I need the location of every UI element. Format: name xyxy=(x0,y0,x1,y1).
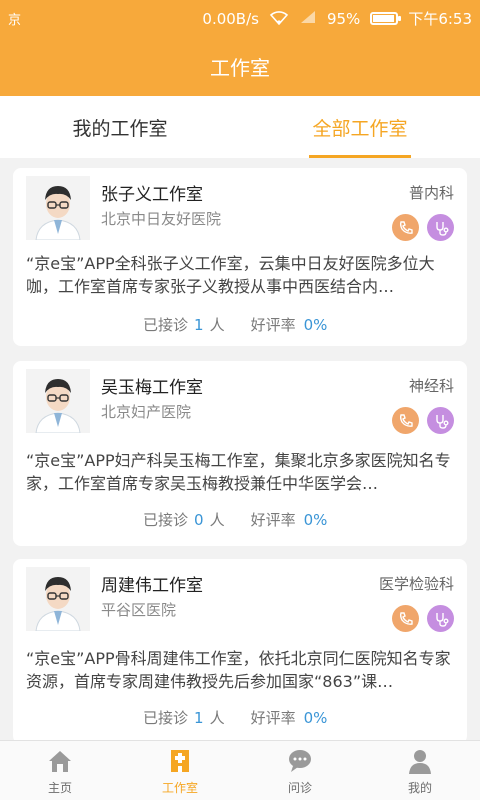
wifi-icon xyxy=(269,9,289,29)
studio-name: 周建伟工作室 xyxy=(101,576,203,596)
phone-icon xyxy=(399,220,413,234)
nav-studio[interactable]: 工作室 xyxy=(120,741,240,800)
consult-count: 1 xyxy=(194,709,204,727)
phone-consult-button[interactable] xyxy=(392,605,419,632)
rating-value: 0% xyxy=(303,511,328,529)
consult-stat: 已接诊 1 人 xyxy=(143,314,225,335)
contact-buttons xyxy=(392,407,454,434)
studio-description: “京e宝”APP妇产科吴玉梅工作室，集聚北京多家医院知名专家，工作室首席专家吴玉… xyxy=(26,451,451,493)
stethoscope-consult-button[interactable] xyxy=(427,605,454,632)
department-label: 医学检验科 xyxy=(378,575,454,593)
contact-buttons xyxy=(392,214,454,241)
stethoscope-consult-button[interactable] xyxy=(427,407,454,434)
studio-stats: 已接诊 1 人 好评率 0% xyxy=(143,314,327,335)
hospital-name: 北京妇产医院 xyxy=(101,403,192,421)
consult-count: 0 xyxy=(194,511,204,529)
consult-unit: 人 xyxy=(209,316,225,334)
phone-consult-button[interactable] xyxy=(392,407,419,434)
stethoscope-icon xyxy=(435,221,448,236)
signal-icon xyxy=(299,9,317,29)
tab-label: 全部工作室 xyxy=(312,117,408,140)
battery-fill xyxy=(373,15,395,22)
consult-label: 已接诊 xyxy=(143,709,189,727)
rating-stat: 好评率 0% xyxy=(251,314,328,335)
department-label: 神经科 xyxy=(408,377,454,395)
rating-label: 好评率 xyxy=(250,316,296,334)
chat-icon xyxy=(289,749,311,772)
rating-label: 好评率 xyxy=(250,511,296,529)
nav-me[interactable]: 我的 xyxy=(360,741,480,800)
home-icon xyxy=(49,750,71,772)
consult-stat: 已接诊 1 人 xyxy=(143,707,225,728)
consult-unit: 人 xyxy=(209,709,225,727)
rating-value: 0% xyxy=(303,709,328,727)
studio-description: “京e宝”APP骨科周建伟工作室，依托北京同仁医院知名专家资源，首席专家周建伟教… xyxy=(26,649,451,691)
phone-consult-button[interactable] xyxy=(392,214,419,241)
nav-label: 工作室 xyxy=(161,780,198,795)
tab-all-studios[interactable]: 全部工作室 xyxy=(240,96,480,158)
rating-value: 0% xyxy=(303,316,328,334)
hospital-name: 平谷区医院 xyxy=(101,601,177,619)
hospital-name: 北京中日友好医院 xyxy=(101,210,222,228)
studio-description: “京e宝”APP全科张子义工作室，云集中日友好医院多位大咖，工作室首席专家张子义… xyxy=(26,254,435,296)
nav-label: 问诊 xyxy=(287,780,312,795)
doctor-avatar-icon xyxy=(26,176,90,240)
clock: 下午6:53 xyxy=(408,10,472,28)
battery-percent: 95% xyxy=(326,9,361,28)
studio-card[interactable]: 张子义工作室 北京中日友好医院 普内科 “京e宝”APP全科张子义工作室，云集中… xyxy=(13,168,467,346)
tab-bar: 我的工作室 全部工作室 xyxy=(0,96,480,158)
status-bar: 京 0.00B/s 95% 下午6:53 xyxy=(0,0,480,36)
phone-icon xyxy=(399,413,413,427)
page-title: 工作室 xyxy=(210,55,270,80)
nav-label: 主页 xyxy=(47,780,72,795)
studio-stats: 已接诊 0 人 好评率 0% xyxy=(143,509,327,530)
nav-home[interactable]: 主页 xyxy=(0,741,120,800)
nav-consult[interactable]: 问诊 xyxy=(240,741,360,800)
user-icon xyxy=(409,749,431,774)
doctor-avatar-icon xyxy=(26,369,90,433)
nav-label: 我的 xyxy=(407,780,432,795)
doctor-avatar-icon xyxy=(26,567,90,631)
rating-stat: 好评率 0% xyxy=(251,707,328,728)
app-bar: 工作室 xyxy=(0,36,480,96)
consult-label: 已接诊 xyxy=(143,511,189,529)
bottom-nav: 主页 工作室 问诊 我的 xyxy=(0,740,480,800)
consult-count: 1 xyxy=(194,316,204,334)
stethoscope-icon xyxy=(435,414,448,429)
stethoscope-icon xyxy=(435,612,448,627)
studio-card[interactable]: 周建伟工作室 平谷区医院 医学检验科 “京e宝”APP骨科周建伟工作室，依托北京… xyxy=(13,559,467,740)
consult-stat: 已接诊 0 人 xyxy=(143,509,225,530)
tab-my-studios[interactable]: 我的工作室 xyxy=(0,96,240,158)
tab-label: 我的工作室 xyxy=(72,117,168,140)
department-label: 普内科 xyxy=(408,184,454,202)
consult-label: 已接诊 xyxy=(143,316,189,334)
studio-list[interactable]: 张子义工作室 北京中日友好医院 普内科 “京e宝”APP全科张子义工作室，云集中… xyxy=(0,168,480,740)
contact-buttons xyxy=(392,605,454,632)
studio-name: 张子义工作室 xyxy=(101,185,203,205)
network-speed: 0.00B/s xyxy=(202,9,259,28)
battery-icon xyxy=(370,12,402,25)
status-right: 0.00B/s 95% 下午6:53 xyxy=(202,8,472,29)
studio-card[interactable]: 吴玉梅工作室 北京妇产医院 神经科 “京e宝”APP妇产科吴玉梅工作室，集聚北京… xyxy=(13,361,467,546)
phone-icon xyxy=(399,611,413,625)
rating-label: 好评率 xyxy=(250,709,296,727)
hospital-icon xyxy=(171,749,189,772)
app-notification-icon: 京 xyxy=(8,13,22,28)
stethoscope-consult-button[interactable] xyxy=(427,214,454,241)
studio-name: 吴玉梅工作室 xyxy=(101,378,203,398)
studio-stats: 已接诊 1 人 好评率 0% xyxy=(143,707,327,728)
rating-stat: 好评率 0% xyxy=(251,509,328,530)
consult-unit: 人 xyxy=(209,511,225,529)
